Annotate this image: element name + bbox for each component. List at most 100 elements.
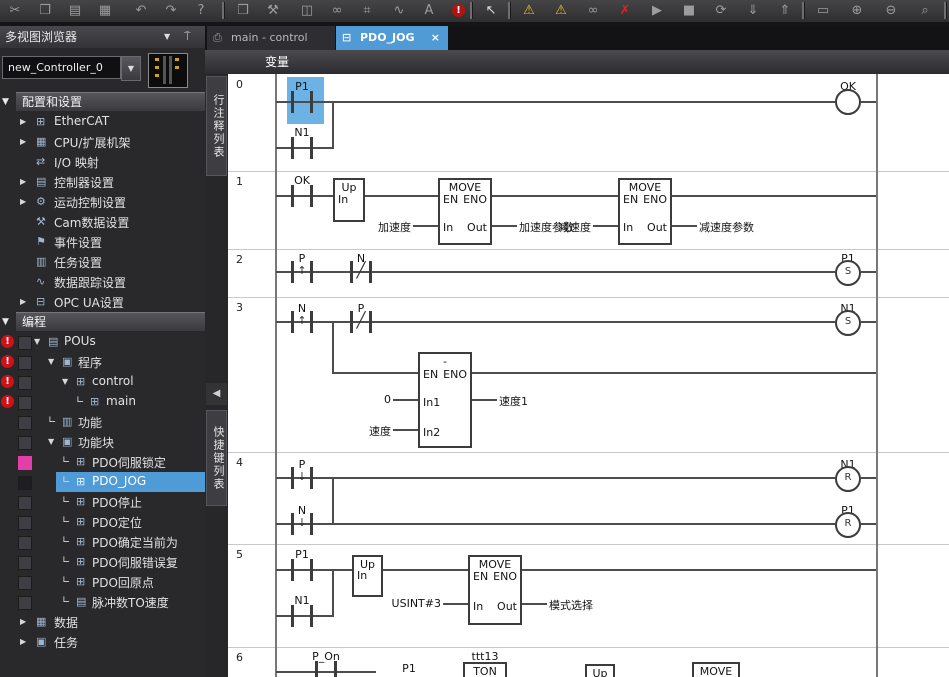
tab-shortcut-list[interactable]: 快捷键列表 — [206, 410, 227, 506]
no-contact-p-on[interactable] — [315, 661, 337, 677]
compare-icon[interactable]: ◫ — [294, 0, 320, 21]
sidebar-item-pdo-position[interactable]: ∟⊞PDO定位 — [0, 512, 205, 532]
tab-line-comment-list[interactable]: 行注释列表 — [206, 76, 227, 176]
input-variable[interactable]: 速度 — [369, 423, 391, 439]
zoom-out-icon[interactable]: ⊖ — [878, 0, 904, 21]
program-check-icon[interactable]: ∞ — [580, 0, 606, 21]
no-contact-p1[interactable] — [291, 559, 313, 581]
cut-icon[interactable]: ✂ — [2, 0, 28, 21]
tools-icon[interactable]: ⚒ — [260, 0, 286, 21]
sidebar-item-pdo-servo-lock[interactable]: ∟⊞PDO伺服锁定 — [0, 452, 205, 472]
sidebar-item-task-settings[interactable]: ▥任务设置 — [0, 252, 205, 272]
up-block[interactable]: Up — [585, 664, 615, 677]
input-variable[interactable]: 减速度 — [558, 219, 591, 235]
rebuild-icon[interactable]: ⚠ — [548, 0, 574, 21]
output-coil-ok[interactable] — [835, 89, 861, 115]
sidebar-item-motion-settings[interactable]: ▶⚙运动控制设置 — [0, 192, 205, 212]
sidebar-item-pous[interactable]: !▼▤POUs — [0, 332, 205, 352]
download-icon[interactable]: ⇓ — [740, 0, 766, 21]
sidebar-item-opcua[interactable]: ▶⊟OPC UA设置 — [0, 292, 205, 312]
sidebar-item-function-blocks[interactable]: ▼▣功能块 — [0, 432, 205, 452]
pin-icon[interactable]: ⍑ — [184, 26, 191, 48]
sidebar-item-controller-settings[interactable]: ▶▤控制器设置 — [0, 172, 205, 192]
io-watch-icon[interactable]: ⌗ — [354, 0, 380, 21]
no-contact-p1[interactable] — [291, 91, 313, 113]
ladder-editor-canvas[interactable]: 0 1 2 3 4 5 6 P1 N1 OK OK Up In MOVE EN … — [228, 74, 949, 677]
collapse-left-icon[interactable]: ◀ — [206, 383, 227, 405]
reset-coil-p1[interactable]: R — [835, 512, 861, 538]
copy-icon[interactable]: ❐ — [32, 0, 58, 21]
falling-edge-contact-n[interactable]: ↓ — [291, 513, 313, 535]
run-icon[interactable]: ▶ — [644, 0, 670, 21]
font-icon[interactable]: A — [416, 0, 442, 21]
sidebar-item-pulse-to-speed[interactable]: ∟▤脉冲数TO速度 — [0, 592, 205, 612]
subtract-block[interactable]: - EN ENO In1 In2 — [418, 352, 472, 448]
help-icon[interactable]: ? — [188, 0, 214, 21]
output-variable[interactable]: 速度1 — [499, 393, 528, 409]
section-expand-icon[interactable]: ▼ — [2, 97, 14, 107]
output-variable[interactable]: 减速度参数 — [699, 219, 754, 235]
error-list-icon[interactable]: ! — [452, 4, 465, 17]
controller-dropdown-icon[interactable]: ▼ — [121, 56, 141, 81]
build-icon[interactable]: ⚠ — [516, 0, 542, 21]
rung-number[interactable]: 3 — [236, 301, 243, 314]
input-value[interactable]: USINT#3 — [392, 597, 441, 610]
tab-pdo-jog[interactable]: ⊟ PDO_JOG × — [336, 26, 448, 50]
section-config[interactable]: 配置和设置 — [16, 92, 205, 111]
move-block-3[interactable]: MOVE EN ENO In Out — [468, 555, 522, 625]
trace-watch-icon[interactable]: ∿ — [386, 0, 412, 21]
sidebar-item-pdo-confirm-current[interactable]: ∟⊞PDO确定当前为 — [0, 532, 205, 552]
tab-main-control[interactable]: ⎙ main - control — [207, 26, 335, 50]
panel-collapse-icon[interactable]: ▼ — [164, 26, 170, 48]
sidebar-item-cpu-rack[interactable]: ▶▦CPU/扩展机架 — [0, 132, 205, 152]
section-expand-icon[interactable]: ▼ — [2, 317, 14, 327]
window-icon[interactable]: ❒ — [230, 0, 256, 21]
rising-edge-contact-p[interactable]: ↑ — [291, 261, 313, 283]
rung-number[interactable]: 5 — [236, 548, 243, 561]
sidebar-item-programs[interactable]: !▼▣程序 — [0, 352, 205, 372]
sidebar-item-io-map[interactable]: ⇄I/O 映射 — [0, 152, 205, 172]
no-contact-n1[interactable] — [291, 137, 313, 159]
controller-select[interactable]: new_Controller_0 — [2, 56, 121, 79]
move-block-1[interactable]: MOVE EN ENO In Out — [438, 178, 492, 245]
sidebar-item-main[interactable]: !∟⊞main — [0, 392, 205, 412]
sidebar-item-pdo-stop[interactable]: ∟⊞PDO停止 — [0, 492, 205, 512]
sidebar-item-pdo-home[interactable]: ∟⊞PDO回原点 — [0, 572, 205, 592]
upload-icon[interactable]: ⇑ — [772, 0, 798, 21]
no-contact-ok[interactable] — [291, 185, 313, 207]
rising-edge-contact-n[interactable]: ↑ — [291, 311, 313, 333]
set-coil-p1[interactable]: S — [835, 260, 861, 286]
nc-contact-n[interactable]: ╱ — [350, 261, 372, 283]
nc-contact-p[interactable]: ╱ — [350, 311, 372, 333]
up-block[interactable]: Up In — [333, 178, 365, 222]
sidebar-item-functions[interactable]: ∟▥功能 — [0, 412, 205, 432]
move-block-2[interactable]: MOVE EN ENO In Out — [618, 178, 672, 245]
input-variable[interactable]: 加速度 — [378, 219, 411, 235]
sidebar-item-event-settings[interactable]: ⚑事件设置 — [0, 232, 205, 252]
sidebar-item-ethercat[interactable]: ▶⊞EtherCAT — [0, 112, 205, 132]
set-coil-n1[interactable]: S — [835, 310, 861, 336]
rung-number[interactable]: 1 — [236, 175, 243, 188]
input-value[interactable]: 0 — [384, 393, 391, 406]
variables-bar[interactable]: 变量 — [205, 50, 949, 75]
select-rect-icon[interactable]: ▭ — [810, 0, 836, 21]
watch-window-icon[interactable]: ∞ — [324, 0, 350, 21]
check-stop-icon[interactable]: ✗ — [612, 0, 638, 21]
delete-icon[interactable]: ▦ — [92, 0, 118, 21]
sidebar-item-tasks[interactable]: ▶▣任务 — [0, 632, 205, 652]
rung-number[interactable]: 2 — [236, 253, 243, 266]
sidebar-item-control[interactable]: !▼⊞control — [0, 372, 205, 392]
sidebar-item-data-trace[interactable]: ∿数据跟踪设置 — [0, 272, 205, 292]
sidebar-item-cam-data[interactable]: ⚒Cam数据设置 — [0, 212, 205, 232]
rung-number[interactable]: 4 — [236, 456, 243, 469]
sidebar-item-pdo-jog[interactable]: ∟⊞PDO_JOG — [0, 472, 205, 492]
select-cursor-icon[interactable]: ↖ — [478, 0, 504, 21]
up-block[interactable]: Up In — [352, 555, 383, 597]
redo-icon[interactable]: ↷ — [158, 0, 184, 21]
zoom-in-icon[interactable]: ⊕ — [844, 0, 870, 21]
sidebar-item-data[interactable]: ▶▦数据 — [0, 612, 205, 632]
ton-block[interactable]: TON — [463, 662, 507, 677]
undo-icon[interactable]: ↶ — [128, 0, 154, 21]
sync-icon[interactable]: ⟳ — [708, 0, 734, 21]
zoom-fit-icon[interactable]: ⌕ — [912, 0, 938, 21]
